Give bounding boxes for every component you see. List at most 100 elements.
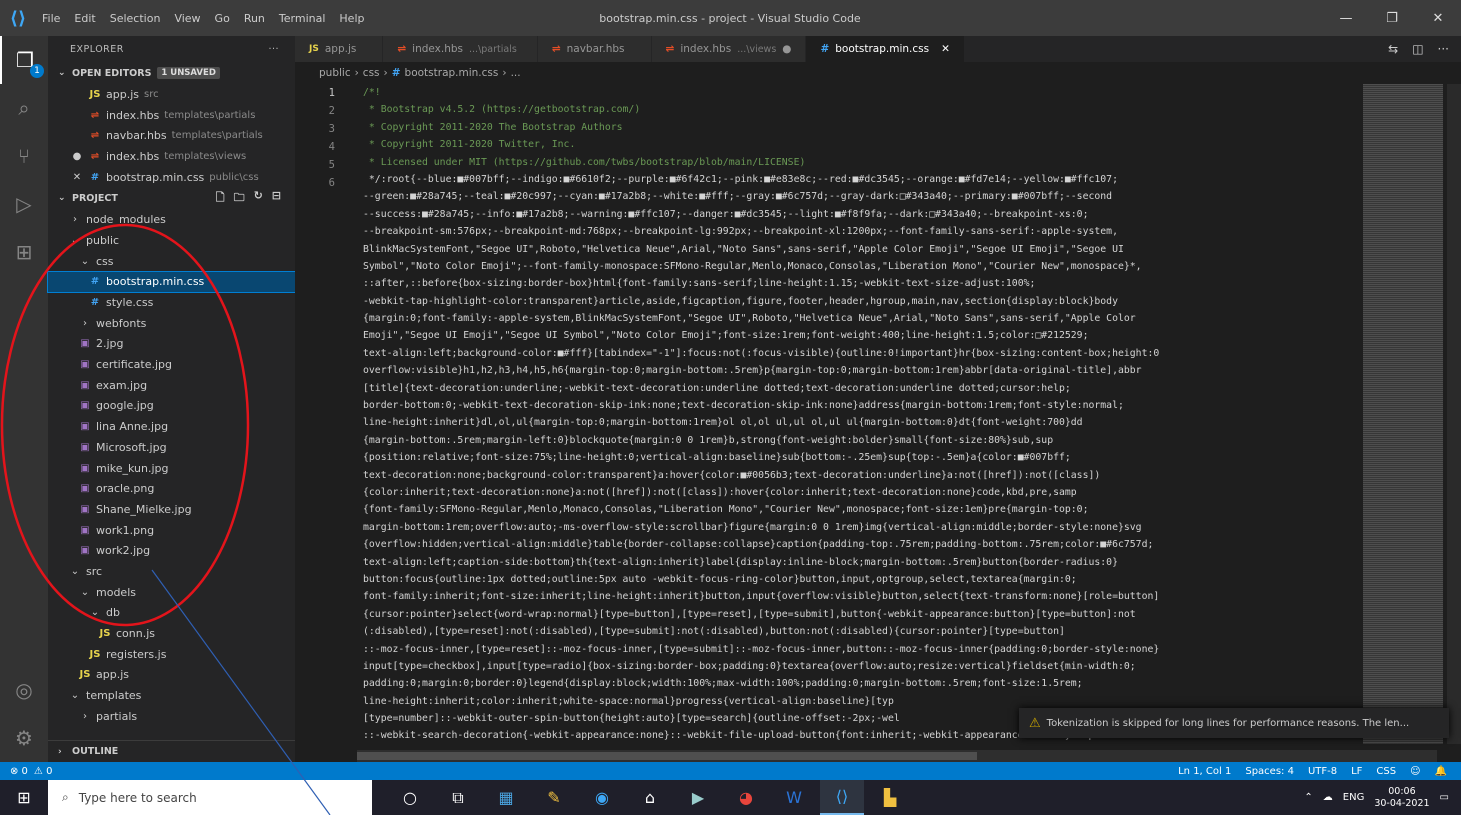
file-item[interactable]: ▣ google.jpg xyxy=(48,396,295,417)
file-item[interactable]: ▣ Microsoft.jpg xyxy=(48,437,295,458)
open-changes-icon[interactable]: ⇆ xyxy=(1388,42,1398,56)
vscode-taskbar-icon[interactable]: ⟨⟩ xyxy=(820,780,864,815)
notification-toast[interactable]: ⚠ Tokenization is skipped for long lines… xyxy=(1019,708,1449,738)
maximize-icon[interactable]: ❐ xyxy=(1369,0,1415,36)
open-editor-item[interactable]: ✕ # bootstrap.min.css public\css xyxy=(48,167,295,188)
outline-section[interactable]: › OUTLINE xyxy=(48,740,295,762)
menu-item-view[interactable]: View xyxy=(174,12,200,25)
editor-tab[interactable]: ⇌ index.hbs ...\views ● xyxy=(651,36,807,62)
file-item[interactable]: ▣ oracle.png xyxy=(48,478,295,499)
more-actions-icon[interactable]: ··· xyxy=(268,44,279,55)
file-item[interactable]: ▣ lina Anne.jpg xyxy=(48,416,295,437)
folder-item[interactable]: ⌄ db xyxy=(48,603,295,624)
folder-item[interactable]: › partials xyxy=(48,706,295,727)
taskbar-lang[interactable]: ENG xyxy=(1343,792,1365,803)
edge-icon[interactable]: ◉ xyxy=(580,780,624,815)
refresh-icon[interactable]: ↻ xyxy=(254,189,263,208)
scrollbar-thumb[interactable] xyxy=(357,752,977,760)
open-editor-item[interactable]: ● ⇌ index.hbs templates\views xyxy=(48,146,295,167)
menu-item-run[interactable]: Run xyxy=(244,12,265,25)
menu-item-selection[interactable]: Selection xyxy=(110,12,161,25)
account-icon[interactable]: ◎ xyxy=(0,666,48,714)
search-icon[interactable]: ⌕ xyxy=(0,84,48,132)
folder-item[interactable]: ⌄ css xyxy=(48,251,295,272)
folder-item[interactable]: › webfonts xyxy=(48,313,295,334)
editor-tab[interactable]: ⇌ index.hbs ...\partials xyxy=(383,36,538,62)
app-icon[interactable]: ▙ xyxy=(868,780,912,815)
menu-item-file[interactable]: File xyxy=(42,12,60,25)
editor-tab[interactable]: # bootstrap.min.css ✕ xyxy=(806,36,965,62)
line-ending[interactable]: LF xyxy=(1351,766,1362,777)
collapse-all-icon[interactable]: ⊟ xyxy=(272,189,281,208)
unsaved-dot-icon[interactable]: ● xyxy=(70,151,84,162)
minimize-icon[interactable]: — xyxy=(1323,0,1369,36)
open-editor-item[interactable]: ⇌ navbar.hbs templates\partials xyxy=(48,125,295,146)
tray-chevron-icon[interactable]: ⌃ xyxy=(1304,792,1312,803)
close-icon[interactable]: ✕ xyxy=(70,172,84,183)
cursor-position[interactable]: Ln 1, Col 1 xyxy=(1178,766,1231,777)
source-control-icon[interactable]: ⑂ xyxy=(0,132,48,180)
app-icon[interactable]: ▦ xyxy=(484,780,528,815)
store-icon[interactable]: ⌂ xyxy=(628,780,672,815)
run-debug-icon[interactable]: ▷ xyxy=(0,180,48,228)
cortana-icon[interactable]: ○ xyxy=(388,780,432,815)
new-folder-icon[interactable]: 🗀 xyxy=(234,189,245,208)
close-window-icon[interactable]: ✕ xyxy=(1415,0,1461,36)
split-editor-icon[interactable]: ◫ xyxy=(1412,42,1423,56)
folder-item[interactable]: ⌄ public xyxy=(48,230,295,251)
vertical-scrollbar[interactable] xyxy=(1447,84,1461,744)
settings-gear-icon[interactable]: ⚙ xyxy=(0,714,48,762)
encoding[interactable]: UTF-8 xyxy=(1308,766,1337,777)
folder-item[interactable]: ⌄ src xyxy=(48,561,295,582)
breadcrumb-item[interactable]: ... xyxy=(511,67,521,79)
network-icon[interactable]: ☁ xyxy=(1323,792,1333,803)
indentation[interactable]: Spaces: 4 xyxy=(1245,766,1294,777)
file-item[interactable]: ▣ Shane_Mielke.jpg xyxy=(48,499,295,520)
word-icon[interactable]: W xyxy=(772,780,816,815)
task-view-icon[interactable]: ⧉ xyxy=(436,780,480,815)
breadcrumb-item[interactable]: bootstrap.min.css xyxy=(405,67,499,79)
breadcrumb-item[interactable]: public xyxy=(319,67,351,79)
tab-state-icon[interactable]: ● xyxy=(782,43,791,55)
windows-start-icon[interactable]: ⊞ xyxy=(0,780,48,815)
project-section[interactable]: ⌄ PROJECT 🗋 🗀 ↻ ⊟ xyxy=(48,187,295,209)
file-item[interactable]: ▣ work1.png xyxy=(48,520,295,541)
folder-item[interactable]: ⌄ models xyxy=(48,582,295,603)
code-area[interactable]: 1 2 3 4 5 6 /*! * Bootstrap v4.5.2 (https://g… xyxy=(295,84,1461,762)
open-editor-item[interactable]: JS app.js src xyxy=(48,84,295,105)
notifications-icon[interactable]: ▭ xyxy=(1440,792,1449,803)
menu-item-terminal[interactable]: Terminal xyxy=(279,12,326,25)
menu-item-help[interactable]: Help xyxy=(339,12,364,25)
file-item[interactable]: ▣ 2.jpg xyxy=(48,334,295,355)
menu-item-edit[interactable]: Edit xyxy=(74,12,95,25)
taskbar-search[interactable]: ⌕ Type here to search xyxy=(48,780,372,815)
file-item[interactable]: ▣ work2.jpg xyxy=(48,540,295,561)
errors-count[interactable]: ⊗ 0 xyxy=(10,766,28,777)
folder-item[interactable]: › node_modules xyxy=(48,209,295,230)
menu-item-go[interactable]: Go xyxy=(215,12,230,25)
file-item[interactable]: JS registers.js xyxy=(48,644,295,665)
chrome-icon[interactable]: ◕ xyxy=(724,780,768,815)
file-item[interactable]: ▣ certificate.jpg xyxy=(48,354,295,375)
feedback-icon[interactable]: ☺ xyxy=(1410,766,1420,777)
warnings-count[interactable]: ⚠ 0 xyxy=(34,766,53,777)
editor-tab[interactable]: ⇌ navbar.hbs xyxy=(537,36,652,62)
clock[interactable]: 00:06 30-04-2021 xyxy=(1374,786,1429,810)
folder-item[interactable]: ⌄ templates xyxy=(48,685,295,706)
open-editor-item[interactable]: ⇌ index.hbs templates\partials xyxy=(48,105,295,126)
notifications-bell-icon[interactable]: 🔔 xyxy=(1435,766,1447,777)
new-file-icon[interactable]: 🗋 xyxy=(216,189,225,208)
file-item[interactable]: JS conn.js xyxy=(48,623,295,644)
file-item[interactable]: ▣ mike_kun.jpg xyxy=(48,458,295,479)
breadcrumb-item[interactable]: css xyxy=(363,67,380,79)
editor-tab[interactable]: JS app.js xyxy=(295,36,384,62)
extensions-icon[interactable]: ⊞ xyxy=(0,228,48,276)
horizontal-scrollbar[interactable] xyxy=(357,750,1437,762)
language-mode[interactable]: CSS xyxy=(1376,766,1396,777)
close-tab-icon[interactable]: ✕ xyxy=(941,43,950,55)
file-item[interactable]: # style.css xyxy=(48,292,295,313)
file-item[interactable]: # bootstrap.min.css xyxy=(47,270,296,294)
file-item[interactable]: JS app.js xyxy=(48,665,295,686)
app-icon[interactable]: ✎ xyxy=(532,780,576,815)
open-editors-section[interactable]: ⌄ OPEN EDITORS 1 UNSAVED xyxy=(48,62,295,84)
